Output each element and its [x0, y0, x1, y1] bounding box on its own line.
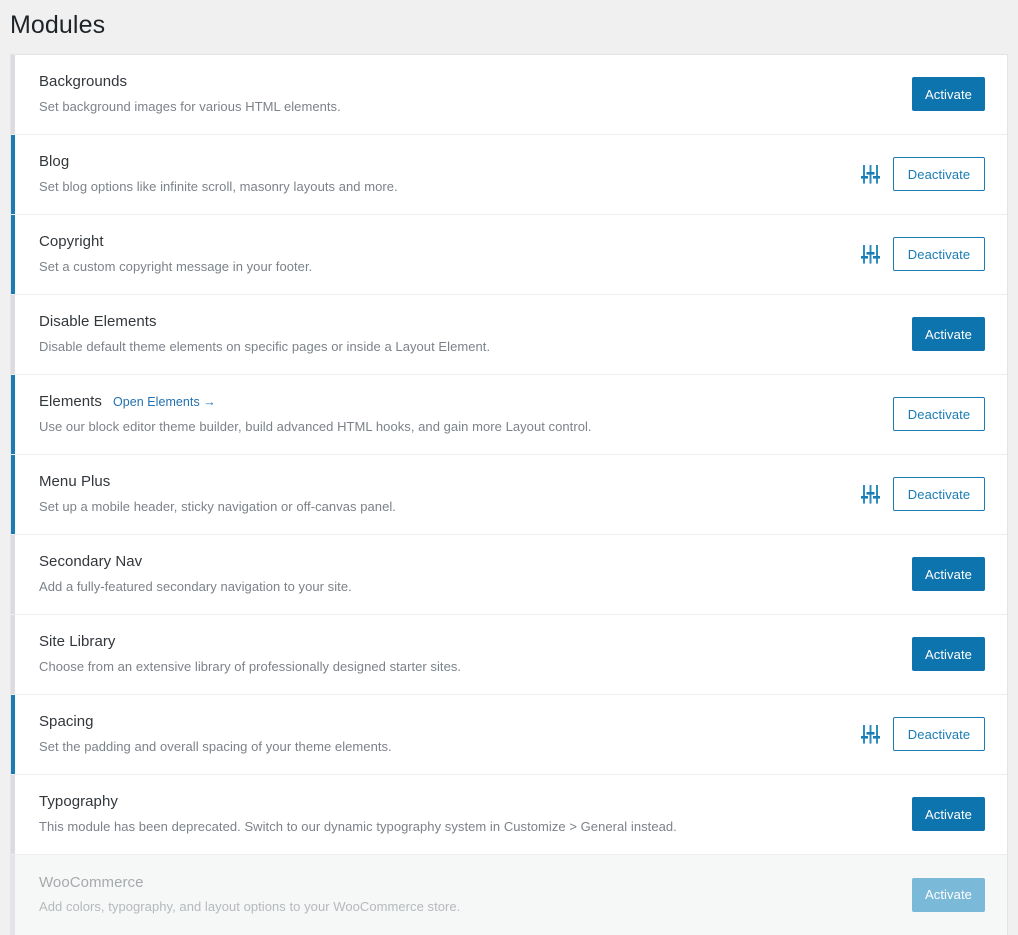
module-row: Secondary Nav Add a fully-featured second…	[11, 534, 1007, 615]
module-title: Backgrounds	[39, 73, 128, 91]
activate-button[interactable]: Activate	[911, 317, 985, 351]
module-title: Spacing	[39, 713, 94, 731]
module-info: Spacing Set the padding and overall spaci…	[11, 695, 860, 772]
module-title-line: Typography	[39, 792, 912, 812]
activate-button[interactable]: Activate	[911, 557, 985, 591]
module-title: Typography	[39, 793, 118, 811]
module-info: Secondary Nav Add a fully-featured second…	[11, 535, 912, 612]
module-title: Elements	[39, 393, 102, 411]
module-actions: Activate	[911, 637, 985, 671]
activate-button: Activate	[911, 877, 985, 912]
module-title: Secondary Nav	[39, 553, 143, 571]
deactivate-button[interactable]: Deactivate	[893, 237, 985, 271]
module-actions: Activate	[911, 77, 985, 111]
module-info: Disable Elements Disable default theme el…	[11, 295, 912, 372]
module-row: Blog Set blog options like infinite scrol…	[11, 134, 1007, 215]
module-title-line: Disable Elements	[39, 312, 912, 332]
activate-button[interactable]: Activate	[911, 637, 985, 671]
module-actions: Activate	[911, 877, 985, 912]
sliders-settings-icon[interactable]	[860, 483, 880, 505]
module-title-line: Backgrounds	[39, 72, 912, 92]
activate-button[interactable]: Activate	[911, 77, 985, 111]
sliders-settings-icon[interactable]	[860, 163, 880, 185]
module-description: This module has been deprecated. Switch …	[39, 818, 677, 834]
module-actions: Activate	[911, 797, 985, 831]
module-row: Elements Open Elements → Use our block edi…	[11, 374, 1007, 455]
deactivate-button[interactable]: Deactivate	[893, 397, 985, 431]
module-row: Disable Elements Disable default theme el…	[11, 294, 1007, 375]
module-title-line: Copyright	[39, 232, 860, 252]
module-title: WooCommerce	[39, 873, 144, 891]
module-description: Add a fully-featured secondary navigatio…	[39, 578, 352, 594]
module-info: Menu Plus Set up a mobile header, sticky …	[11, 455, 860, 532]
module-description: Set blog options like infinite scroll, m…	[39, 178, 398, 194]
module-info: Site Library Choose from an extensive lib…	[11, 615, 912, 692]
module-actions: Deactivate	[860, 477, 985, 511]
page-title: Modules	[10, 11, 106, 39]
module-actions: Deactivate	[893, 397, 985, 431]
module-info: Copyright Set a custom copyright message …	[11, 215, 860, 292]
module-title-line: Spacing	[39, 712, 860, 732]
module-title: Blog	[39, 153, 70, 171]
module-title-line: Elements Open Elements →	[39, 392, 893, 412]
module-row: Site Library Choose from an extensive lib…	[11, 614, 1007, 695]
module-row: Spacing Set the padding and overall spaci…	[11, 694, 1007, 775]
activate-button[interactable]: Activate	[911, 797, 985, 831]
module-row: WooCommerce Add colors, typography, and l…	[11, 854, 1007, 935]
module-row: Typography This module has been deprecate…	[11, 774, 1007, 855]
module-info: WooCommerce Add colors, typography, and l…	[11, 856, 912, 933]
module-info: Backgrounds Set background images for var…	[11, 55, 912, 132]
module-title: Copyright	[39, 233, 104, 251]
module-actions: Deactivate	[860, 237, 985, 271]
sliders-settings-icon[interactable]	[860, 723, 880, 745]
deactivate-button[interactable]: Deactivate	[893, 477, 985, 511]
module-title-line: Blog	[39, 152, 860, 172]
module-description: Use our block editor theme builder, buil…	[39, 418, 592, 434]
module-title: Menu Plus	[39, 473, 111, 491]
module-title: Site Library	[39, 633, 116, 651]
module-actions: Activate	[911, 317, 985, 351]
deactivate-button[interactable]: Deactivate	[893, 157, 985, 191]
module-info: Blog Set blog options like infinite scrol…	[11, 135, 860, 212]
module-title-line: WooCommerce	[39, 873, 912, 893]
module-description: Add colors, typography, and layout optio…	[39, 899, 461, 915]
module-description: Set background images for various HTML e…	[39, 98, 341, 114]
module-description: Set the padding and overall spacing of y…	[39, 738, 392, 754]
module-title: Disable Elements	[39, 313, 157, 331]
module-actions: Deactivate	[860, 717, 985, 751]
module-description: Set a custom copyright message in your f…	[39, 258, 313, 274]
module-actions: Activate	[911, 557, 985, 591]
modules-list: Backgrounds Set background images for var…	[10, 53, 1008, 935]
module-description: Choose from an extensive library of prof…	[39, 658, 462, 674]
deactivate-button[interactable]: Deactivate	[893, 717, 985, 751]
module-title-line: Menu Plus	[39, 472, 860, 492]
module-title-line: Secondary Nav	[39, 552, 912, 572]
module-description: Disable default theme elements on specif…	[39, 338, 491, 354]
module-info: Elements Open Elements → Use our block edi…	[11, 375, 893, 452]
sliders-settings-icon[interactable]	[860, 243, 880, 265]
module-row: Menu Plus Set up a mobile header, sticky …	[11, 454, 1007, 535]
module-info: Typography This module has been deprecate…	[11, 775, 912, 852]
module-actions: Deactivate	[860, 157, 985, 191]
module-title-line: Site Library	[39, 632, 912, 652]
module-row: Copyright Set a custom copyright message …	[11, 214, 1007, 295]
module-open-link[interactable]: Open Elements →	[113, 395, 216, 409]
module-row: Backgrounds Set background images for var…	[11, 54, 1007, 135]
module-description: Set up a mobile header, sticky navigatio…	[39, 498, 396, 514]
